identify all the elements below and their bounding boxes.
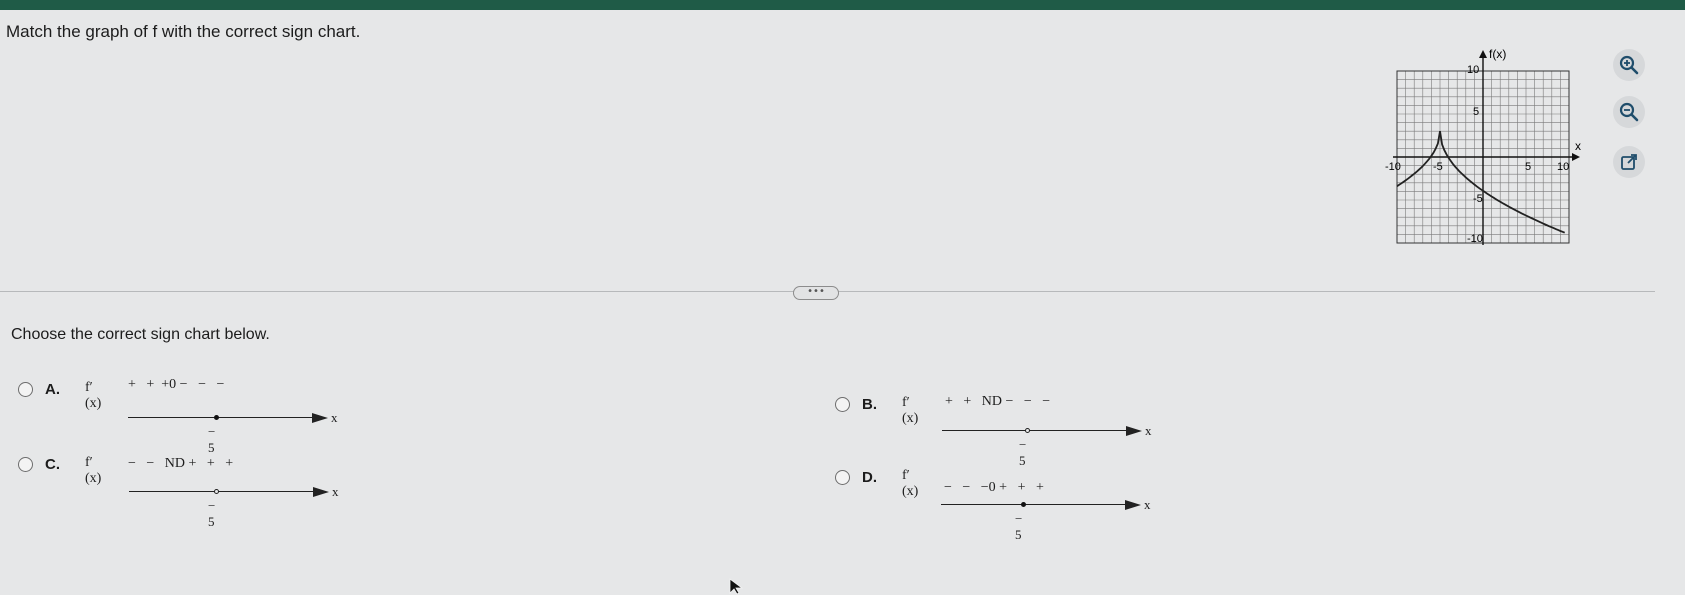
option-letter: B. — [862, 396, 877, 413]
number-line-arrow — [313, 487, 329, 497]
function-graph: f(x) x 10 5 -5 -10 -10 -5 5 10 — [1385, 42, 1625, 252]
number-line — [942, 430, 1130, 432]
zoom-in-button[interactable] — [1613, 49, 1645, 81]
number-line-variable: x — [1145, 423, 1152, 438]
mouse-cursor-icon — [729, 578, 744, 595]
sign-chart-function-label: f′(x) — [902, 395, 919, 426]
tick-label-y-5: 5 — [1473, 106, 1479, 118]
number-line — [941, 504, 1129, 506]
tick-label-x-5: 5 — [1525, 161, 1531, 173]
x-axis-label: x — [1575, 139, 1581, 153]
sign-row: + + ND − − − — [945, 394, 1051, 409]
sign-row: − − ND + + + — [128, 456, 234, 471]
tick-label-y-neg5: -5 — [1473, 193, 1483, 205]
closed-point — [1021, 502, 1026, 507]
number-line-arrow — [1126, 426, 1142, 436]
more-button[interactable]: ••• — [793, 286, 839, 300]
popout-button[interactable] — [1613, 146, 1645, 178]
tick-label-x-10: 10 — [1557, 161, 1569, 173]
tick-label-x-neg5: -5 — [1433, 161, 1443, 173]
sign-chart-function-label: f′(x) — [85, 380, 102, 411]
number-line-variable: x — [332, 484, 339, 499]
prompt-text: Choose the correct sign chart below. — [11, 326, 270, 343]
radio-button-b[interactable] — [835, 397, 850, 412]
option-letter: A. — [45, 381, 60, 398]
radio-button-d[interactable] — [835, 470, 850, 485]
question-text: Match the graph of f with the correct si… — [6, 22, 361, 41]
number-line-arrow — [1125, 500, 1141, 510]
sign-chart-function-label: f′(x) — [902, 468, 919, 499]
sign-chart-function-label: f′(x) — [85, 455, 102, 486]
zoom-out-button[interactable] — [1613, 96, 1645, 128]
closed-point — [214, 415, 219, 420]
zoom-in-icon — [1619, 55, 1639, 75]
number-line-arrow — [312, 413, 328, 423]
number-line — [128, 417, 316, 419]
radio-button-c[interactable] — [18, 457, 33, 472]
point-label: − 5 — [1019, 437, 1027, 468]
number-line-variable: x — [331, 410, 338, 425]
open-point — [214, 489, 219, 494]
option-letter: C. — [45, 456, 60, 473]
tick-label-y-10: 10 — [1467, 64, 1479, 76]
y-axis-arrow — [1479, 50, 1487, 58]
radio-button-a[interactable] — [18, 382, 33, 397]
x-axis-arrow — [1572, 153, 1580, 161]
tick-label-y-neg10: -10 — [1467, 233, 1483, 245]
number-line — [129, 491, 317, 493]
number-line-variable: x — [1144, 497, 1151, 512]
point-label: − 5 — [208, 424, 216, 455]
sign-row: + + +0 − − − — [128, 377, 225, 392]
top-bar — [0, 0, 1685, 10]
point-label: − 5 — [1015, 511, 1023, 542]
external-link-icon — [1621, 154, 1637, 170]
graph-svg: f(x) x 10 5 -5 -10 -10 -5 5 10 — [1385, 47, 1581, 245]
point-label: − 5 — [208, 498, 216, 529]
open-point — [1025, 428, 1030, 433]
option-letter: D. — [862, 469, 877, 486]
tick-label-x-neg10: -10 — [1385, 161, 1401, 173]
sign-row: − − −0 + + + — [944, 480, 1044, 495]
zoom-out-icon — [1619, 102, 1639, 122]
y-axis-label: f(x) — [1489, 47, 1506, 61]
